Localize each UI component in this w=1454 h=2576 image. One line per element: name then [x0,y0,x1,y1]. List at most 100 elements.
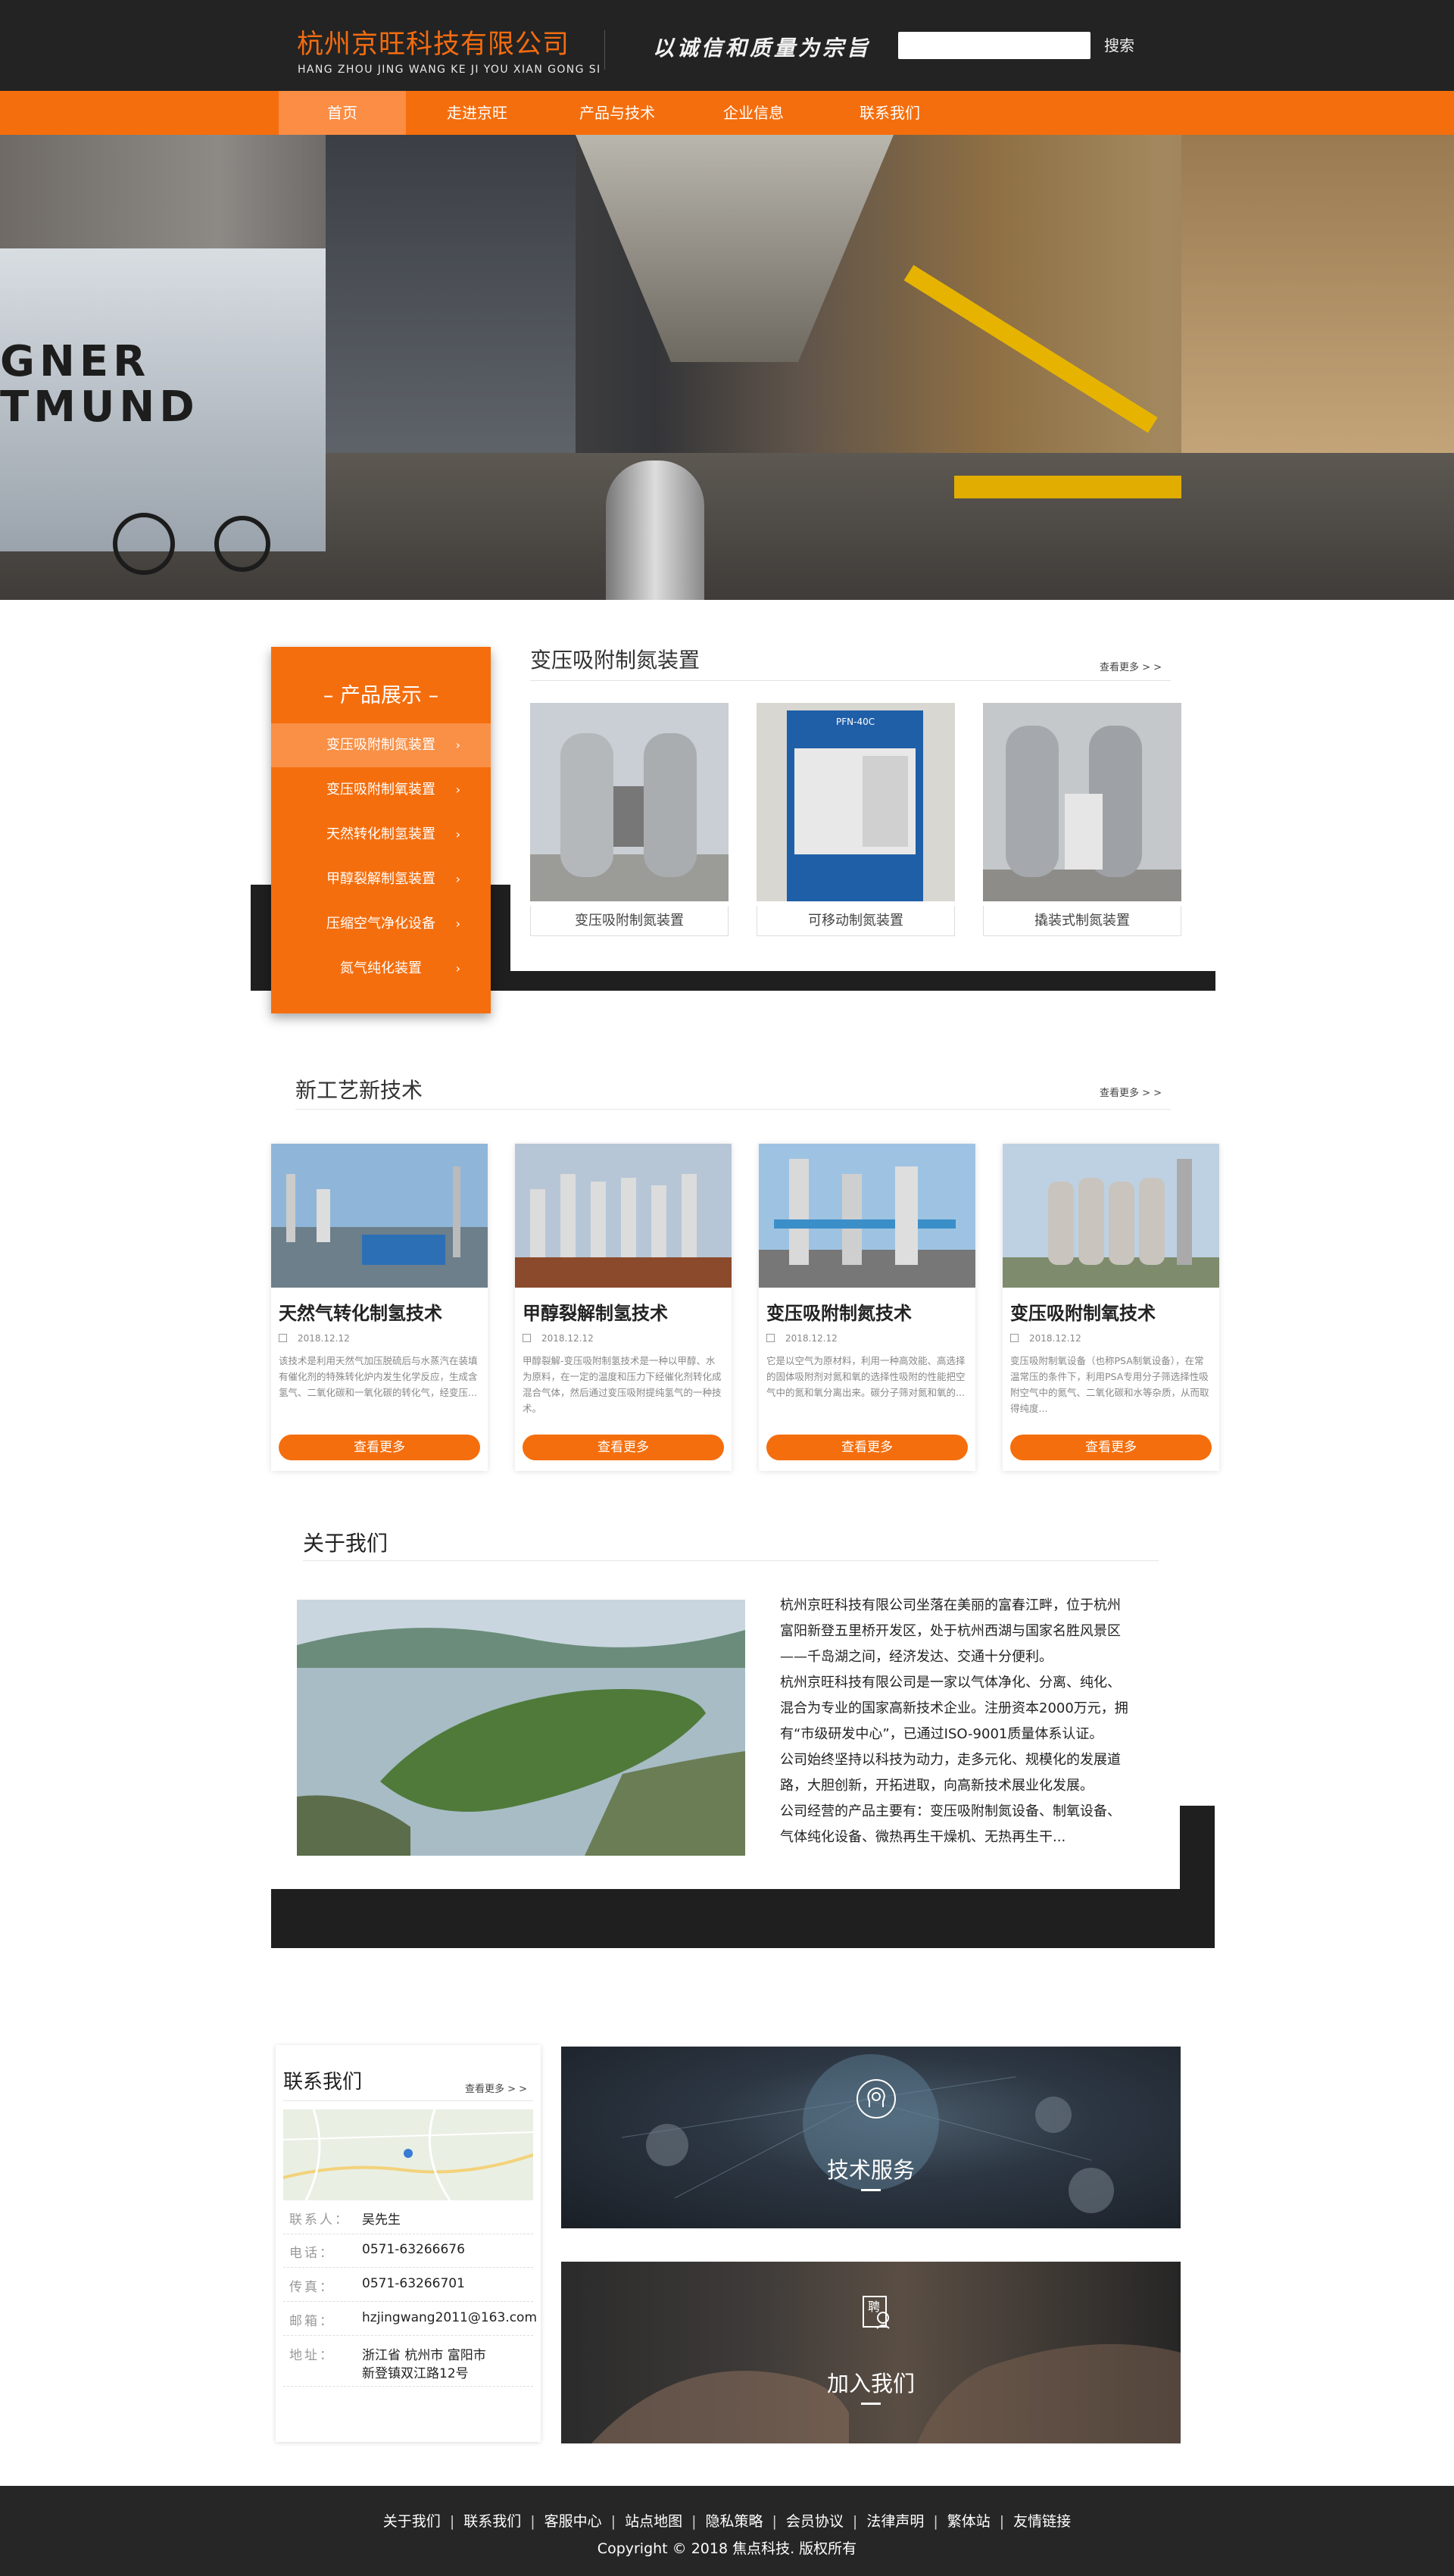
tech-name[interactable]: 变压吸附制氧技术 [1010,1298,1156,1325]
contact-row: 邮箱： hzjingwang2011@163.com [283,2303,537,2336]
contact-value: 0571-63266701 [362,2276,465,2291]
product-card[interactable]: PFN-40C 可移动制氮装置 [757,703,955,944]
products-divider [530,680,1171,681]
chevron-right-icon: › [455,827,460,841]
company-logo-cn[interactable]: 杭州京旺科技有限公司 [297,23,569,61]
search-button[interactable]: 搜索 [1104,33,1134,55]
tech-date: 2018.12.12 [766,1333,838,1344]
chevron-right-icon: › [455,961,460,976]
contact-row: 传真： 0571-63266701 [283,2268,533,2302]
about-paragraph: 混合为专业的国家高新技术企业。注册资本2000万元，拥 [780,1700,1128,1716]
location-map[interactable] [283,2109,533,2200]
nav-item-company-info[interactable]: 企业信息 [704,91,803,135]
contact-more-link[interactable]: 查看更多 > > [465,2081,527,2095]
footer-link[interactable]: 会员协议 [786,2513,844,2530]
tech-date-text: 2018.12.12 [785,1333,838,1344]
nav-item-about[interactable]: 走进京旺 [424,91,530,135]
tech-divider [295,1109,1171,1110]
product-image: PFN-40C [757,703,955,901]
about-paragraph: 公司经营的产品主要有：变压吸附制氮设备、制氧设备、 [780,1803,1121,1819]
tech-date: 2018.12.12 [523,1333,594,1344]
product-menu-item[interactable]: 变压吸附制氧装置 › [271,768,491,812]
footer-link[interactable]: 隐私策略 [705,2513,763,2530]
product-card[interactable]: 撬装式制氮装置 [983,703,1181,944]
chevron-right-icon: › [455,872,460,886]
footer-link[interactable]: 关于我们 [383,2513,441,2530]
banner-wheels [113,513,270,575]
tech-name[interactable]: 变压吸附制氮技术 [766,1298,912,1325]
calendar-icon [523,1334,531,1342]
tech-name[interactable]: 甲醇裂解制氢技术 [523,1298,668,1325]
product-menu-label: 变压吸附制氧装置 [326,782,435,798]
tech-description: 该技术是利用天然气加压脱硫后与水蒸汽在装填有催化剂的特殊转化炉内发生化学反应，生… [279,1355,478,1398]
product-menu-item[interactable]: 天然转化制氢装置 › [271,813,491,857]
contact-label: 传真： [289,2280,335,2295]
product-menu-label: 变压吸附制氮装置 [326,737,435,753]
tech-more-button[interactable]: 查看更多 [1010,1435,1212,1460]
contact-label: 邮箱： [289,2314,335,2329]
search-input[interactable] [898,32,1090,59]
product-caption: 变压吸附制氮装置 [530,906,729,936]
header-divider [604,30,605,70]
tech-more-button[interactable]: 查看更多 [766,1435,968,1460]
product-image [983,703,1181,901]
product-menu-item[interactable]: 甲醇裂解制氢装置 › [271,857,491,901]
banner-pipe [606,461,704,600]
about-paragraph: 有“市级研发中心”，已通过ISO-9001质量体系认证。 [780,1726,1103,1742]
join-us-card[interactable]: 聘 加入我们 [561,2262,1181,2443]
tech-description: 变压吸附制氧设备（也称PSA制氧设备），在常温常压的条件下，利用PSA专用分子筛… [1010,1355,1209,1414]
tech-card: 变压吸附制氮技术 2018.12.12 它是以空气为原材料，利用一种高效能、高选… [759,1144,975,1471]
about-text: 杭州京旺科技有限公司坐落在美丽的富春江畔，位于杭州 富阳新登五里桥开发区，处于杭… [780,1593,1144,1850]
tech-more-button[interactable]: 查看更多 [523,1435,724,1460]
recruit-icon-char: 聘 [868,2300,881,2314]
banner-crane-arm [903,264,1158,433]
tech-date-text: 2018.12.12 [541,1333,594,1344]
about-section-title: 关于我们 [303,1531,388,1556]
footer-link[interactable]: 繁体站 [947,2513,991,2530]
tech-more-link[interactable]: 查看更多 > > [1100,1085,1162,1099]
contact-row: 联系人： 吴先生 [283,2201,533,2234]
product-menu-label: 氮气纯化装置 [340,960,422,976]
tech-date: 2018.12.12 [279,1333,350,1344]
about-image [297,1600,745,1856]
product-menu-item[interactable]: 变压吸附制氮装置 › [271,723,491,767]
main-nav: 首页 走进京旺 产品与技术 企业信息 联系我们 [0,91,1454,135]
tech-image [515,1144,732,1288]
about-paragraph: 路，大胆创新，开拓进取，向高新技术展业化发展。 [780,1778,1094,1794]
banner-roof [576,135,894,362]
tech-card: 甲醇裂解制氢技术 2018.12.12 甲醇裂解-变压吸附制氢技术是一种以甲醇、… [515,1144,732,1471]
tech-more-button[interactable]: 查看更多 [279,1435,480,1460]
tech-name[interactable]: 天然气转化制氢技术 [279,1298,442,1325]
footer-link[interactable]: 友情链接 [1013,2513,1071,2530]
footer-link[interactable]: 联系我们 [463,2513,521,2530]
banner-machine-text: GNER TMUND [0,337,199,432]
tech-description: 它是以空气为原材料，利用一种高效能、高选择的固体吸附剂对氮和氧的选择性吸附的性能… [766,1355,966,1398]
footer-link[interactable]: 站点地图 [625,2513,682,2530]
contact-label: 联系人： [289,2212,350,2228]
nav-item-home[interactable]: 首页 [279,91,406,135]
footer-separator: | [610,2513,616,2530]
contact-value[interactable]: hzjingwang2011@163.com [362,2310,537,2325]
network-graphic [621,2054,1114,2213]
tech-description: 甲醇裂解-变压吸附制氢技术是一种以甲醇、水为原料，在一定的温度和压力下经催化剂转… [523,1355,722,1414]
about-paragraph: 杭州京旺科技有限公司坐落在美丽的富春江畔，位于杭州 [780,1597,1121,1613]
hero-banner: GNER TMUND [0,135,1454,600]
footer-link[interactable]: 客服中心 [544,2513,602,2530]
product-card[interactable]: 变压吸附制氮装置 [530,703,729,944]
product-caption: 可移动制氮装置 [757,906,955,936]
product-menu-item[interactable]: 压缩空气净化设备 › [271,902,491,946]
product-menu-item[interactable]: 氮气纯化装置 › [271,947,491,991]
products-section-title: 变压吸附制氮装置 [530,648,700,673]
tech-card: 变压吸附制氧技术 2018.12.12 变压吸附制氧设备（也称PSA制氧设备），… [1003,1144,1219,1471]
handshake-graphic [591,2343,1181,2443]
tech-service-card[interactable]: 技术服务 [561,2047,1181,2228]
nav-item-products[interactable]: 产品与技术 [560,91,674,135]
product-menu-label: 压缩空气净化设备 [326,916,435,932]
tech-date: 2018.12.12 [1010,1333,1081,1344]
join-us-title: 加入我们 [826,2371,915,2396]
contact-row: 电话： 0571-63266676 [283,2234,533,2268]
products-more-link[interactable]: 查看更多 > > [1100,659,1162,673]
footer-link[interactable]: 法律声明 [866,2513,924,2530]
nav-item-contact[interactable]: 联系我们 [841,91,939,135]
calendar-icon [766,1334,775,1342]
